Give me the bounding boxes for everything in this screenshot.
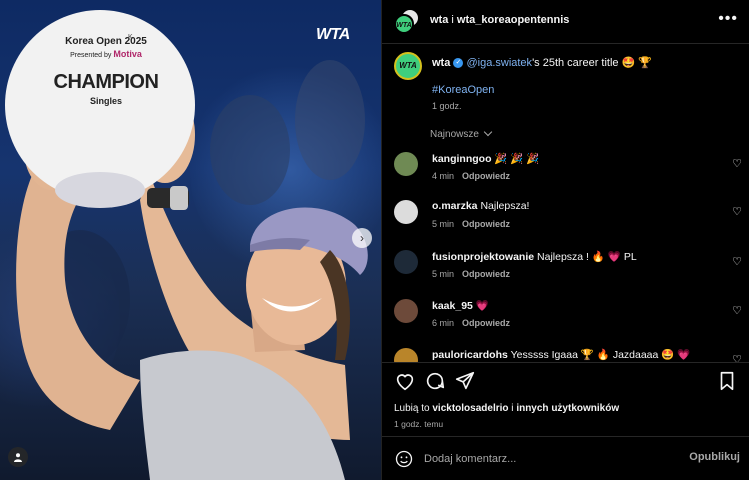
reply-button[interactable]: Odpowiedz xyxy=(462,318,510,328)
heart-icon[interactable]: ♡ xyxy=(732,157,742,170)
likes-user[interactable]: vicktolosadelrio xyxy=(432,403,508,414)
heart-icon[interactable]: ♡ xyxy=(732,205,742,218)
comment-avatar[interactable] xyxy=(394,250,418,274)
comment-item: o.marzka Najlepsza! 5 min Odpowiedz ♡ xyxy=(394,198,744,243)
comment-item: fusionprojektowanie Najlepsza ! 🔥 💗 PL 5… xyxy=(394,248,744,293)
reply-button[interactable]: Odpowiedz xyxy=(462,269,510,279)
caption-mention[interactable]: @iga.swiatek xyxy=(466,57,532,69)
caption-text: wta ✓ @iga.swiatek's 25th career title 🤩… xyxy=(432,56,742,71)
more-horizontal-icon[interactable]: ••• xyxy=(718,10,738,28)
comment-time[interactable]: 4 min xyxy=(432,171,454,181)
trophy-label: Korea Open 2025 Presented by Motiva CHAM… xyxy=(36,36,176,106)
likes-summary: Lubią to vicktolosadelrio i innych użytk… xyxy=(394,403,619,414)
comment-text: 🎉 🎉 🎉 xyxy=(494,153,540,165)
caption-username[interactable]: wta xyxy=(432,57,450,69)
verified-icon: ✓ xyxy=(453,58,464,69)
likes-middle: i xyxy=(511,403,514,414)
comment-icon[interactable] xyxy=(424,370,446,392)
heart-icon[interactable] xyxy=(394,370,416,392)
header-account-koreaopen[interactable]: wta_koreaopentennis xyxy=(457,14,569,26)
user-icon[interactable] xyxy=(8,447,28,467)
comment-avatar[interactable] xyxy=(394,299,418,323)
likes-others[interactable]: innych użytkowników xyxy=(516,403,619,414)
comment-username[interactable]: kaak_95 xyxy=(432,300,473,312)
comment-item: kaak_95 💗 6 min Odpowiedz ♡ xyxy=(394,297,744,342)
trophy-brand: K xyxy=(128,34,133,41)
reply-button[interactable]: Odpowiedz xyxy=(462,219,510,229)
post-actions xyxy=(394,370,738,394)
avatar-wta[interactable]: WTA xyxy=(394,14,414,34)
post-header: WTA wta i wta_koreaopentennis ••• xyxy=(382,0,749,44)
publish-button[interactable]: Opublikuj xyxy=(689,451,740,463)
heart-icon[interactable]: ♡ xyxy=(732,255,742,268)
comment-input[interactable] xyxy=(424,449,674,469)
comment-avatar[interactable] xyxy=(394,348,418,362)
comment-username[interactable]: o.marzka xyxy=(432,200,478,212)
divider xyxy=(382,362,749,363)
heart-icon[interactable]: ♡ xyxy=(732,304,742,317)
add-comment-bar: Opublikuj xyxy=(382,436,749,480)
caption-time[interactable]: 1 godz. xyxy=(432,101,462,111)
sort-dropdown[interactable]: Najnowsze xyxy=(430,127,492,140)
comment-time[interactable]: 6 min xyxy=(432,318,454,328)
comment-username[interactable]: pauloricardohs xyxy=(432,349,508,361)
comment-text: Yesssss Igaaa 🏆 🔥 Jazdaaaa 🤩 💗 xyxy=(510,349,691,361)
collab-avatars[interactable]: WTA xyxy=(394,10,418,34)
comment-username[interactable]: kanginngoo xyxy=(432,153,492,165)
post-time[interactable]: 1 godz. temu xyxy=(394,419,443,429)
comment-item: kanginngoo 🎉 🎉 🎉 4 min Odpowiedz ♡ xyxy=(394,150,744,195)
trophy-champion: CHAMPION xyxy=(53,71,159,93)
trophy-event: Korea Open 2025 xyxy=(65,36,147,47)
chevron-down-icon xyxy=(483,127,492,137)
likes-prefix: Lubią to xyxy=(394,403,430,414)
wta-watermark: WTA xyxy=(316,26,350,43)
comment-time[interactable]: 5 min xyxy=(432,269,454,279)
chevron-right-icon[interactable]: › xyxy=(352,228,372,248)
trophy-presented: Presented by xyxy=(70,52,112,59)
comment-text: Najlepsza! xyxy=(480,200,530,212)
caption-body: 's 25th career title 🤩 🏆 xyxy=(532,57,653,69)
header-accounts: wta i wta_koreaopentennis xyxy=(430,14,569,26)
trophy-category: Singles xyxy=(89,96,122,106)
sort-label: Najnowsze xyxy=(430,129,479,140)
header-connector: i xyxy=(451,14,454,26)
send-icon[interactable] xyxy=(454,370,476,392)
comment-avatar[interactable] xyxy=(394,200,418,224)
header-account-wta[interactable]: wta xyxy=(430,14,448,26)
comments-list[interactable]: kanginngoo 🎉 🎉 🎉 4 min Odpowiedz ♡ o.marz… xyxy=(394,150,749,362)
comment-text: 💗 xyxy=(475,300,489,312)
comment-item: pauloricardohs Yesssss Igaaa 🏆 🔥 Jazdaaa… xyxy=(394,346,744,362)
post-details-panel: WTA wta i wta_koreaopentennis ••• WTA wt… xyxy=(381,0,749,480)
comment-username[interactable]: fusionprojektowanie xyxy=(432,251,534,263)
comment-text: Najlepsza ! 🔥 💗 PL xyxy=(537,251,637,263)
caption-hashtag[interactable]: #KoreaOpen xyxy=(432,84,494,96)
trophy-sponsor: Motiva xyxy=(113,49,142,59)
heart-icon[interactable]: ♡ xyxy=(732,353,742,362)
caption-avatar[interactable]: WTA xyxy=(394,52,422,80)
bookmark-icon[interactable] xyxy=(716,370,738,392)
comment-avatar[interactable] xyxy=(394,152,418,176)
comment-time[interactable]: 5 min xyxy=(432,219,454,229)
post-photo[interactable]: Korea Open 2025 Presented by Motiva CHAM… xyxy=(0,0,381,480)
reply-button[interactable]: Odpowiedz xyxy=(462,171,510,181)
emoji-icon[interactable] xyxy=(394,449,414,469)
